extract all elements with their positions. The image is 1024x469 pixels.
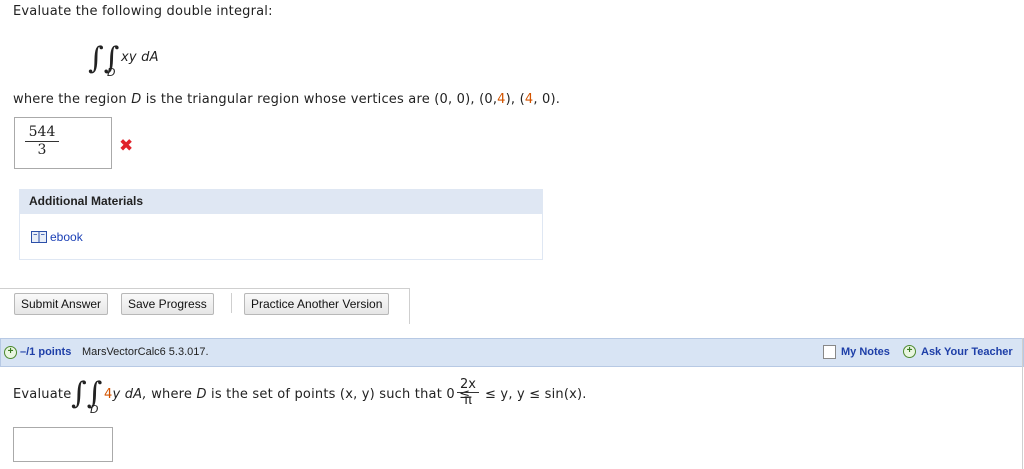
expand-plus-icon[interactable]: + [4, 346, 17, 359]
q2-region-name: D [196, 387, 207, 402]
incorrect-icon: ✖ [119, 136, 134, 156]
button-row-right-border [409, 288, 410, 324]
submit-answer-button[interactable]: Submit Answer [14, 293, 109, 315]
button-row-top-border [0, 288, 410, 289]
q2-fraction-numerator: 2x [457, 377, 479, 393]
question2-body: 4y dA, where D is the set of points (x, … [104, 387, 470, 402]
additional-materials-panel: ebook [19, 214, 543, 260]
q2-tail: ≤ y, y ≤ sin(x). [485, 387, 587, 402]
description-mid: is the triangular region whose vertices … [145, 92, 498, 107]
my-notes-button[interactable]: My Notes [823, 345, 890, 359]
q2-set-text: is the set of points (x, y) such that 0 … [211, 387, 471, 402]
vertex-value-a: 4 [497, 92, 506, 107]
question2-right-border [1022, 338, 1023, 469]
question2-evaluate: Evaluate [13, 387, 72, 402]
answer-fraction: 544 3 [25, 124, 59, 158]
q2-where: where [151, 387, 193, 402]
ebook-label: ebook [50, 230, 83, 244]
book-icon [31, 231, 47, 243]
practice-another-version-button[interactable]: Practice Another Version [244, 293, 390, 315]
ask-teacher-plus-icon: + [903, 345, 916, 358]
ebook-link[interactable]: ebook [31, 230, 83, 244]
description-mid2: ), ( [505, 92, 525, 107]
my-notes-label: My Notes [841, 346, 890, 358]
question1-answer-box[interactable]: 544 3 [14, 117, 112, 169]
question1-description: where the region D is the triangular reg… [13, 92, 560, 107]
description-mid3: , 0). [533, 92, 561, 107]
q2-integral-region-subscript: D [90, 403, 99, 416]
answer-denominator: 3 [37, 142, 47, 158]
integrand: xy dA [121, 50, 159, 65]
question1-integral: ∫∫ D xy dA [88, 44, 178, 84]
ask-your-teacher-button[interactable]: + Ask Your Teacher [903, 345, 1013, 358]
q2-fraction: 2x π [457, 377, 479, 409]
save-progress-button[interactable]: Save Progress [121, 293, 214, 315]
answer-numerator: 544 [25, 124, 59, 142]
question2-header-bar: + –/1 points MarsVectorCalc6 5.3.017. My… [0, 338, 1024, 367]
q2-fraction-denominator: π [464, 393, 472, 408]
button-separator [231, 293, 232, 313]
question1-prompt: Evaluate the following double integral: [13, 4, 273, 19]
ask-your-teacher-label: Ask Your Teacher [921, 345, 1013, 358]
points-label: –/1 points [20, 346, 72, 358]
description-prefix: where the region [13, 92, 127, 107]
additional-materials-header: Additional Materials [19, 189, 543, 214]
question-id: MarsVectorCalc6 5.3.017. [82, 346, 209, 358]
region-name: D [131, 92, 142, 107]
notes-icon [823, 345, 836, 359]
question2-answer-input[interactable] [13, 427, 113, 462]
q2-integrand: y dA, [112, 387, 147, 402]
integral-region-subscript: D [107, 66, 116, 79]
